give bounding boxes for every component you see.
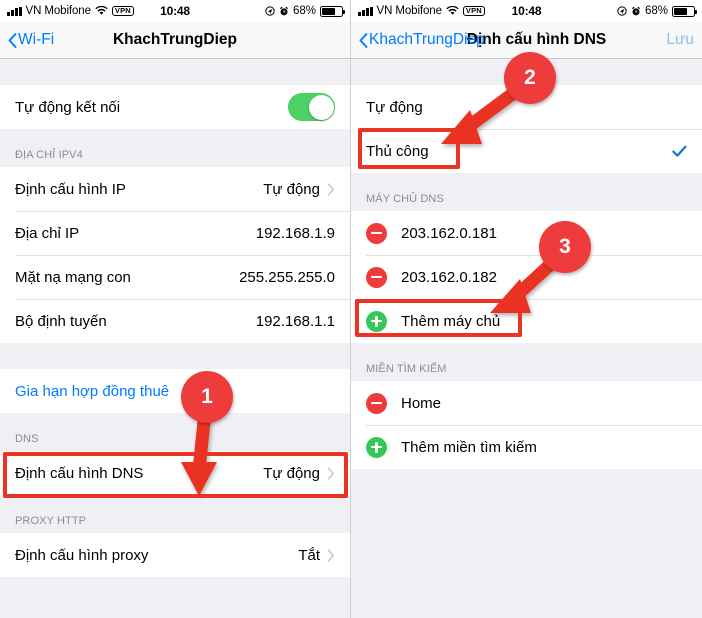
row-configure-dns[interactable]: Định cấu hình DNS Tự động (0, 451, 350, 495)
back-button-label: KhachTrungDiep (369, 31, 485, 48)
row-subnet-mask-label: Mặt nạ mạng con (15, 268, 131, 286)
section-header-dns: DNS (15, 433, 39, 445)
chevron-right-icon (327, 466, 335, 480)
row-mode-manual-label: Thủ công (366, 142, 429, 160)
row-dns-server-2-label: 203.162.0.182 (401, 268, 497, 286)
row-renew-lease-label: Gia hạn hợp đồng thuê (15, 382, 170, 400)
back-button-khachtrungdiep[interactable]: KhachTrungDiep (359, 31, 485, 49)
chevron-left-icon (359, 32, 368, 48)
status-bar-right: VN Mobifone VPN 10:48 68% (351, 0, 702, 22)
row-mode-manual[interactable]: Thủ công (351, 129, 702, 173)
row-dns-server-1[interactable]: 203.162.0.181 (351, 211, 702, 255)
minus-circle-icon[interactable] (366, 266, 387, 288)
row-add-search-domain-label: Thêm miền tìm kiếm (401, 438, 537, 456)
plus-circle-icon[interactable] (366, 436, 387, 458)
auto-join-toggle[interactable] (288, 93, 335, 121)
row-router-label: Bộ định tuyến (15, 312, 107, 330)
section-header-search-domains: MIỀN TÌM KIẾM (366, 363, 447, 375)
nav-bar-right: KhachTrungDiep Định cấu hình DNS Lưu (351, 22, 702, 59)
spacer-top-left (0, 59, 350, 85)
row-mode-automatic-label: Tự động (366, 98, 423, 116)
row-add-dns-server[interactable]: Thêm máy chủ (351, 299, 702, 343)
section-header-proxy: PROXY HTTP (15, 515, 87, 527)
row-ip-address: Địa chỉ IP 192.168.1.9 (0, 211, 350, 255)
section-header-dns-servers: MÁY CHỦ DNS (366, 193, 444, 205)
chevron-right-icon (327, 182, 335, 196)
row-ip-address-label: Địa chỉ IP (15, 224, 80, 242)
chevron-right-icon (327, 548, 335, 562)
nav-bar-left: Wi-Fi KhachTrungDiep (0, 22, 350, 59)
status-bar-left: VN Mobifone VPN 10:48 68% (0, 0, 350, 22)
plus-circle-icon[interactable] (366, 310, 387, 332)
row-renew-lease[interactable]: Gia hạn hợp đồng thuê (0, 369, 350, 413)
row-configure-dns-value: Tự động (263, 464, 320, 482)
minus-circle-icon[interactable] (366, 222, 387, 244)
checkmark-icon (672, 145, 687, 158)
spacer-top-right (351, 59, 702, 85)
chevron-left-icon (8, 32, 17, 48)
row-dns-server-1-label: 203.162.0.181 (401, 224, 497, 242)
row-configure-ip-label: Định cấu hình IP (15, 180, 126, 198)
row-configure-proxy-label: Định cấu hình proxy (15, 546, 149, 564)
section-header-ipv4: ĐỊA CHỈ IPV4 (15, 149, 83, 161)
row-configure-ip[interactable]: Định cấu hình IP Tự động (0, 167, 350, 211)
battery-icon (320, 5, 345, 17)
row-configure-proxy-value: Tắt (298, 546, 320, 564)
row-add-search-domain[interactable]: Thêm miền tìm kiếm (351, 425, 702, 469)
row-auto-join[interactable]: Tự động kết nối (0, 85, 350, 129)
back-button-label: Wi-Fi (18, 31, 55, 48)
minus-circle-icon[interactable] (366, 392, 387, 414)
row-search-domain-1-label: Home (401, 394, 442, 412)
row-search-domain-1[interactable]: Home (351, 381, 702, 425)
spacer-before-renew (0, 343, 350, 369)
battery-icon (672, 5, 697, 17)
clock-label: 10:48 (511, 4, 542, 18)
dual-screenshot-container: VN Mobifone VPN 10:48 68% Wi-Fi KhachTru… (0, 0, 702, 618)
row-add-dns-server-label: Thêm máy chủ (401, 312, 501, 330)
right-phone-screen: VN Mobifone VPN 10:48 68% KhachTrungDiep… (351, 0, 702, 618)
row-mode-automatic[interactable]: Tự động (351, 85, 702, 129)
row-configure-proxy[interactable]: Định cấu hình proxy Tắt (0, 533, 350, 577)
row-subnet-mask-value: 255.255.255.0 (239, 268, 335, 286)
row-auto-join-label: Tự động kết nối (15, 98, 121, 116)
save-button[interactable]: Lưu (666, 31, 694, 49)
row-ip-address-value: 192.168.1.9 (255, 224, 335, 242)
row-router-value: 192.168.1.1 (255, 312, 335, 330)
row-dns-server-2[interactable]: 203.162.0.182 (351, 255, 702, 299)
row-subnet-mask: Mặt nạ mạng con 255.255.255.0 (0, 255, 350, 299)
left-phone-screen: VN Mobifone VPN 10:48 68% Wi-Fi KhachTru… (0, 0, 351, 618)
clock-label: 10:48 (160, 4, 190, 18)
row-configure-ip-value: Tự động (263, 180, 320, 198)
row-router: Bộ định tuyến 192.168.1.1 (0, 299, 350, 343)
row-configure-dns-label: Định cấu hình DNS (15, 464, 144, 482)
back-button-wifi[interactable]: Wi-Fi (8, 31, 54, 49)
